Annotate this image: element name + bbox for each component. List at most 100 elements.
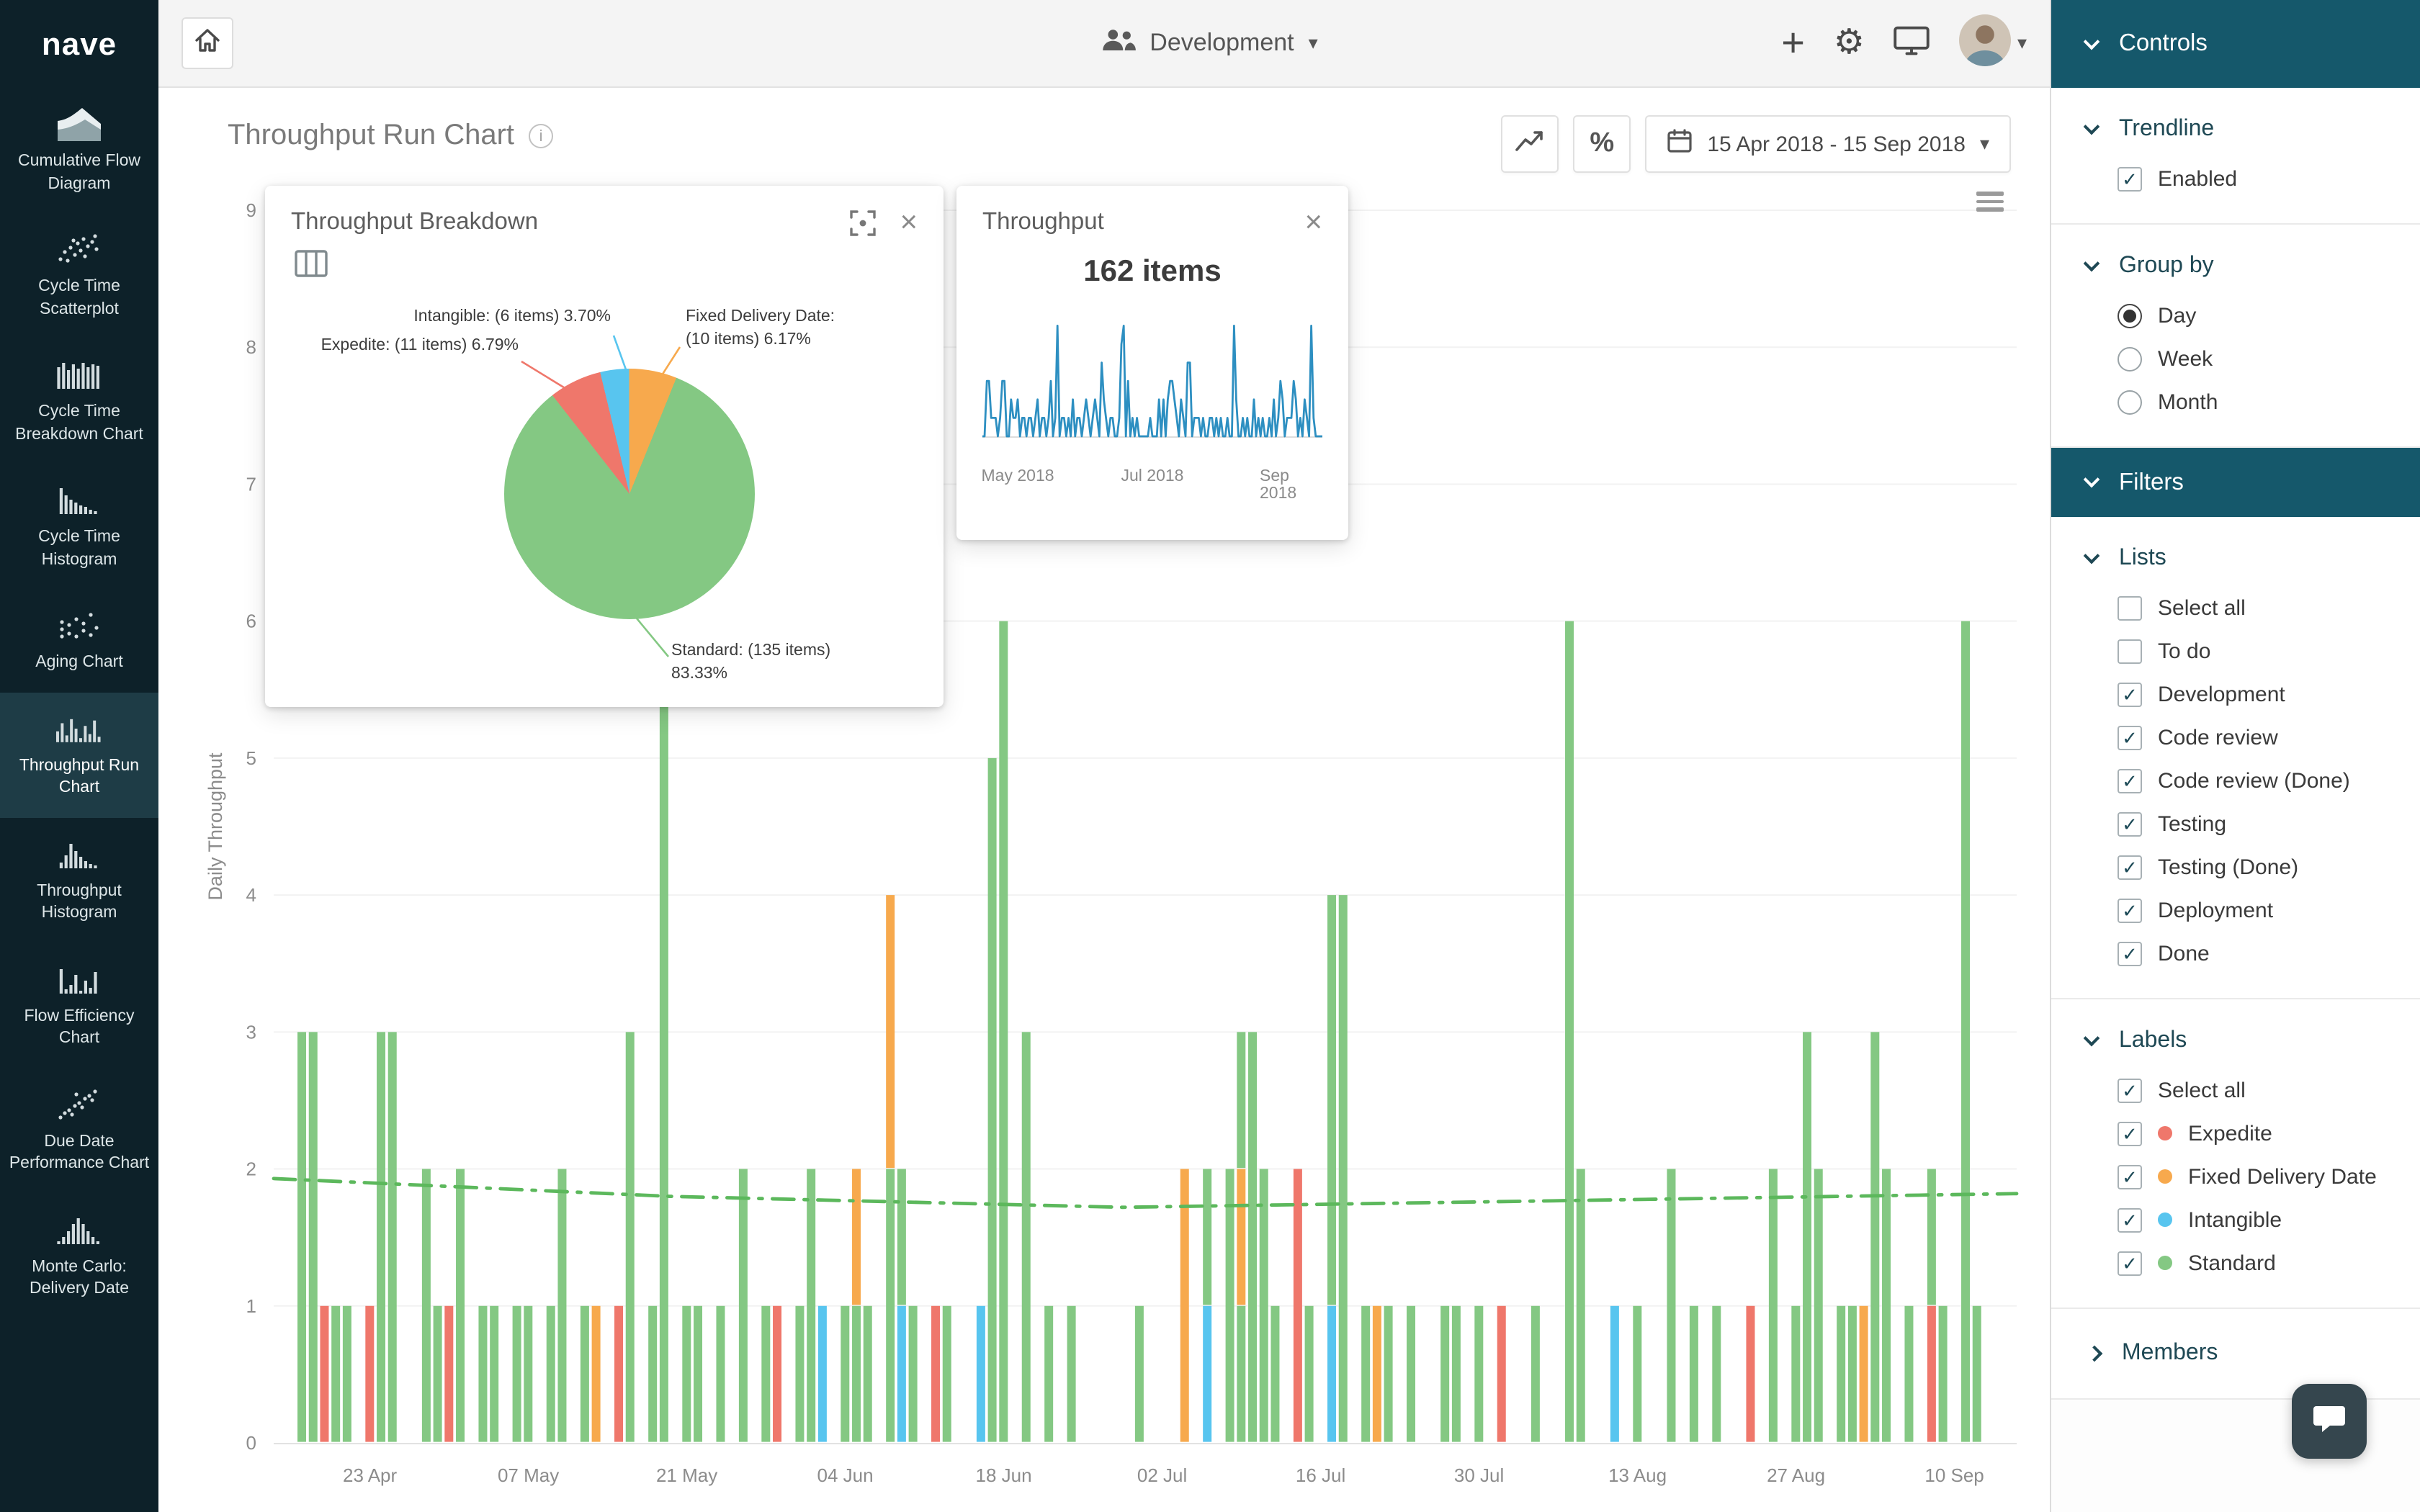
checkbox[interactable] bbox=[2118, 941, 2142, 966]
checkbox[interactable] bbox=[2118, 725, 2142, 750]
group-by-month[interactable]: Month bbox=[2051, 380, 2420, 423]
checkbox[interactable] bbox=[2118, 855, 2142, 879]
checkbox[interactable] bbox=[2118, 1121, 2142, 1146]
label-filter-select-all[interactable]: Select all bbox=[2051, 1068, 2420, 1112]
close-icon[interactable]: × bbox=[897, 207, 920, 238]
chat-button[interactable] bbox=[2292, 1384, 2367, 1459]
sidebar-item-throughput-run-chart[interactable]: Throughput Run Chart bbox=[0, 692, 158, 818]
columns-view-icon[interactable] bbox=[294, 249, 328, 285]
pie-label-standard: Standard: (135 items) 83.33% bbox=[671, 642, 831, 683]
sidebar-item-label: Cycle Time Histogram bbox=[38, 528, 120, 569]
label-color-dot bbox=[2158, 1256, 2172, 1270]
lists-section-title[interactable]: Lists bbox=[2051, 546, 2420, 572]
checkbox[interactable] bbox=[2118, 1207, 2142, 1232]
flow-efficiency-icon bbox=[7, 961, 151, 996]
sidebar-item-cumulative-flow-diagram[interactable]: Cumulative Flow Diagram bbox=[0, 88, 158, 213]
filters-header[interactable]: Filters bbox=[2051, 448, 2420, 517]
breakdown-pie-chart[interactable] bbox=[504, 369, 755, 619]
sparkline-month-label: Jul 2018 bbox=[1121, 468, 1184, 485]
list-filter-to-do[interactable]: To do bbox=[2051, 629, 2420, 672]
sidebar-item-label: Throughput Histogram bbox=[37, 882, 122, 922]
list-filter-deployment[interactable]: Deployment bbox=[2051, 888, 2420, 932]
group-by-week[interactable]: Week bbox=[2051, 337, 2420, 380]
gear-icon: ⚙ bbox=[1833, 23, 1865, 62]
monitor-icon bbox=[1894, 24, 1931, 63]
svg-text:04 Jun: 04 Jun bbox=[817, 1464, 874, 1486]
chevron-down-icon bbox=[2083, 32, 2100, 50]
chart-nav: Cumulative Flow Diagram Cycle Time Scatte… bbox=[0, 88, 158, 1512]
svg-text:4: 4 bbox=[246, 884, 256, 906]
controls-header[interactable]: Controls bbox=[2051, 0, 2420, 88]
sidebar-item-cycle-time-scatterplot[interactable]: Cycle Time Scatterplot bbox=[0, 213, 158, 338]
add-button[interactable]: + bbox=[1781, 22, 1805, 63]
radio[interactable] bbox=[2118, 303, 2142, 328]
label-filter-intangible[interactable]: Intangible bbox=[2051, 1198, 2420, 1241]
cycle-histogram-icon bbox=[7, 482, 151, 517]
sidebar-item-cycle-time-breakdown-chart[interactable]: Cycle Time Breakdown Chart bbox=[0, 338, 158, 464]
group-by-day[interactable]: Day bbox=[2051, 294, 2420, 337]
home-button[interactable] bbox=[182, 17, 233, 69]
trendline-icon bbox=[1514, 125, 1546, 163]
radio[interactable] bbox=[2118, 390, 2142, 414]
chevron-right-icon bbox=[2086, 1345, 2103, 1362]
sidebar-item-cycle-time-histogram[interactable]: Cycle Time Histogram bbox=[0, 464, 158, 589]
sidebar-item-monte-carlo-delivery-date[interactable]: Monte Carlo: Delivery Date bbox=[0, 1194, 158, 1319]
trendline-section-title[interactable]: Trendline bbox=[2051, 117, 2420, 143]
throughput-panel-title: Throughput bbox=[982, 209, 1104, 235]
trendline bbox=[272, 1176, 2019, 1210]
checkbox[interactable] bbox=[2118, 682, 2142, 706]
focus-icon[interactable] bbox=[848, 208, 877, 237]
svg-text:Daily Throughput: Daily Throughput bbox=[205, 752, 226, 901]
group-by-section-title[interactable]: Group by bbox=[2051, 253, 2420, 279]
checkbox[interactable] bbox=[2118, 639, 2142, 663]
list-filter-testing[interactable]: Testing bbox=[2051, 802, 2420, 845]
option-label: Standard bbox=[2188, 1251, 2276, 1275]
checkbox[interactable] bbox=[2118, 898, 2142, 922]
group-by-options: Day Week Month bbox=[2051, 294, 2420, 423]
label-filter-expedite[interactable]: Expedite bbox=[2051, 1112, 2420, 1155]
labels-options: Select all Expedite Fixed Delivery Date Int… bbox=[2051, 1068, 2420, 1284]
checkbox[interactable] bbox=[2118, 811, 2142, 836]
list-filter-development[interactable]: Development bbox=[2051, 672, 2420, 716]
labels-title-label: Labels bbox=[2119, 1028, 2187, 1053]
scatterplot-icon bbox=[7, 232, 151, 266]
label-filter-standard[interactable]: Standard bbox=[2051, 1241, 2420, 1284]
list-filter-select-all[interactable]: Select all bbox=[2051, 586, 2420, 629]
checkbox[interactable] bbox=[2118, 595, 2142, 620]
nave-logo[interactable]: nave bbox=[0, 0, 158, 88]
label-filter-fixed-delivery-date[interactable]: Fixed Delivery Date bbox=[2051, 1155, 2420, 1198]
checkbox[interactable] bbox=[2118, 166, 2142, 191]
checkbox[interactable] bbox=[2118, 1251, 2142, 1275]
settings-button[interactable]: ⚙ bbox=[1833, 23, 1865, 62]
list-filter-testing-done[interactable]: Testing (Done) bbox=[2051, 845, 2420, 888]
list-filter-code-review[interactable]: Code review bbox=[2051, 716, 2420, 759]
labels-section-title[interactable]: Labels bbox=[2051, 1028, 2420, 1054]
checkbox[interactable] bbox=[2118, 1078, 2142, 1102]
sidebar-item-aging-chart[interactable]: Aging Chart bbox=[0, 589, 158, 692]
list-filter-code-review-done[interactable]: Code review (Done) bbox=[2051, 759, 2420, 802]
display-button[interactable] bbox=[1894, 24, 1931, 63]
info-icon[interactable]: i bbox=[529, 124, 554, 148]
sidebar-item-due-date-performance-chart[interactable]: Due Date Performance Chart bbox=[0, 1068, 158, 1193]
trendline-toggle-button[interactable] bbox=[1501, 115, 1559, 173]
list-filter-done[interactable]: Done bbox=[2051, 932, 2420, 975]
user-menu[interactable]: ▾ bbox=[1959, 14, 2027, 73]
trendline-option-enabled[interactable]: Enabled bbox=[2051, 157, 2420, 200]
date-range-picker[interactable]: 15 Apr 2018 - 15 Sep 2018 ▾ bbox=[1645, 115, 2011, 173]
chart-menu-button[interactable] bbox=[1976, 192, 2004, 211]
pie-label-fixed-delivery-date: Fixed Delivery Date: (10 items) 6.17% bbox=[686, 308, 835, 348]
percent-toggle-button[interactable]: % bbox=[1573, 115, 1631, 173]
option-label: Select all bbox=[2158, 595, 2246, 620]
center-column: Development ▾ + ⚙ ▾ Throughput Run Chart… bbox=[158, 0, 2050, 1512]
option-label: Code review bbox=[2158, 725, 2278, 750]
radio[interactable] bbox=[2118, 346, 2142, 371]
checkbox[interactable] bbox=[2118, 768, 2142, 793]
board-name: Development bbox=[1150, 29, 1294, 56]
members-section[interactable]: Members bbox=[2051, 1309, 2420, 1400]
checkbox[interactable] bbox=[2118, 1164, 2142, 1189]
close-icon[interactable]: × bbox=[1301, 207, 1325, 238]
board-switcher[interactable]: Development ▾ bbox=[1101, 27, 1318, 60]
sidebar-item-throughput-histogram[interactable]: Throughput Histogram bbox=[0, 817, 158, 942]
sidebar-item-flow-efficiency-chart[interactable]: Flow Efficiency Chart bbox=[0, 942, 158, 1068]
group-by-title-label: Group by bbox=[2119, 253, 2214, 278]
